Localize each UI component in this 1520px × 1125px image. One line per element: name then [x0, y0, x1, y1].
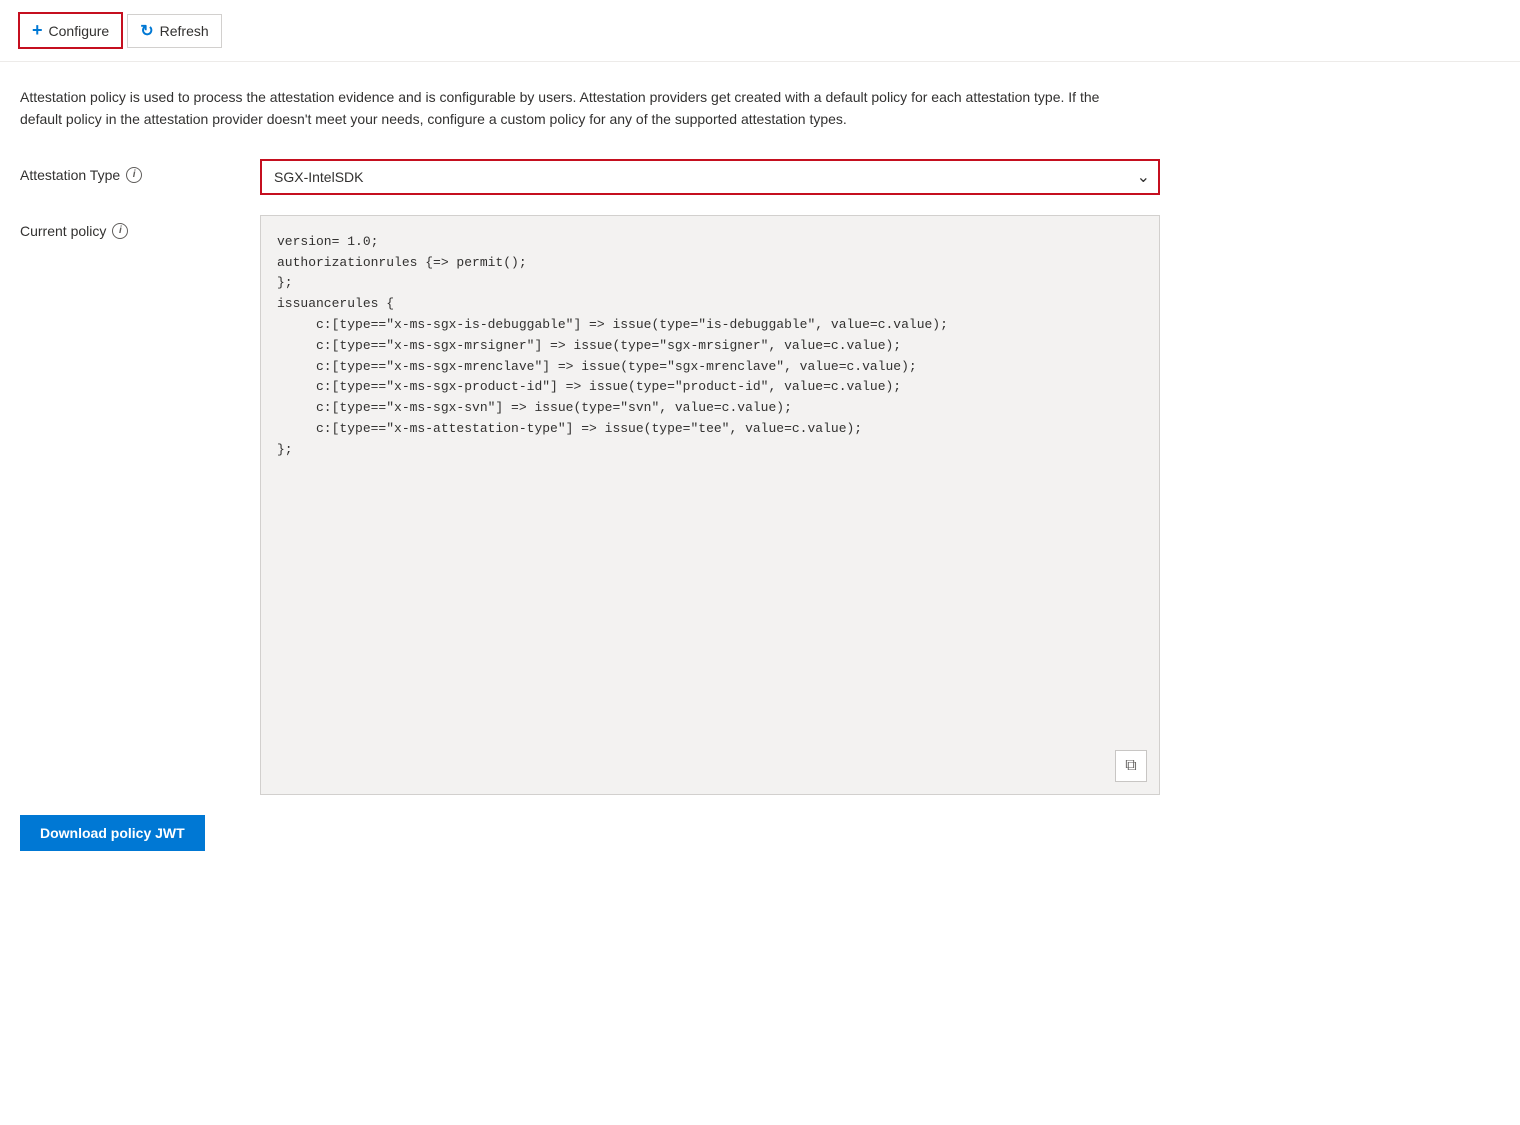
refresh-icon: ↻: [140, 21, 153, 41]
toolbar: + Configure ↻ Refresh: [0, 0, 1520, 62]
attestation-type-control: SGX-IntelSDK SGX-OpenEnclaveSDK TPM Open…: [260, 159, 1160, 195]
form-section: Attestation Type i SGX-IntelSDK SGX-Open…: [20, 159, 1500, 795]
current-policy-info-icon[interactable]: i: [112, 223, 128, 239]
download-policy-jwt-button[interactable]: Download policy JWT: [20, 815, 205, 851]
attestation-type-label: Attestation Type i: [20, 159, 240, 183]
copy-icon: ⧉: [1125, 757, 1136, 775]
refresh-label: Refresh: [160, 23, 209, 39]
refresh-button[interactable]: ↻ Refresh: [127, 14, 221, 48]
attestation-type-info-icon[interactable]: i: [126, 167, 142, 183]
current-policy-control: version= 1.0; authorizationrules {=> per…: [260, 215, 1160, 795]
configure-label: Configure: [49, 23, 110, 39]
plus-icon: +: [32, 20, 43, 41]
description-text: Attestation policy is used to process th…: [20, 86, 1120, 131]
current-policy-label: Current policy i: [20, 215, 240, 239]
attestation-type-select-wrapper: SGX-IntelSDK SGX-OpenEnclaveSDK TPM Open…: [260, 159, 1160, 195]
main-content: Attestation policy is used to process th…: [0, 62, 1520, 875]
attestation-type-select[interactable]: SGX-IntelSDK SGX-OpenEnclaveSDK TPM Open…: [260, 159, 1160, 195]
attestation-type-row: Attestation Type i SGX-IntelSDK SGX-Open…: [20, 159, 1500, 195]
policy-box: version= 1.0; authorizationrules {=> per…: [260, 215, 1160, 795]
copy-button[interactable]: ⧉: [1115, 750, 1147, 782]
current-policy-row: Current policy i version= 1.0; authoriza…: [20, 215, 1500, 795]
configure-button[interactable]: + Configure: [18, 12, 123, 49]
policy-content: version= 1.0; authorizationrules {=> per…: [277, 232, 1143, 461]
